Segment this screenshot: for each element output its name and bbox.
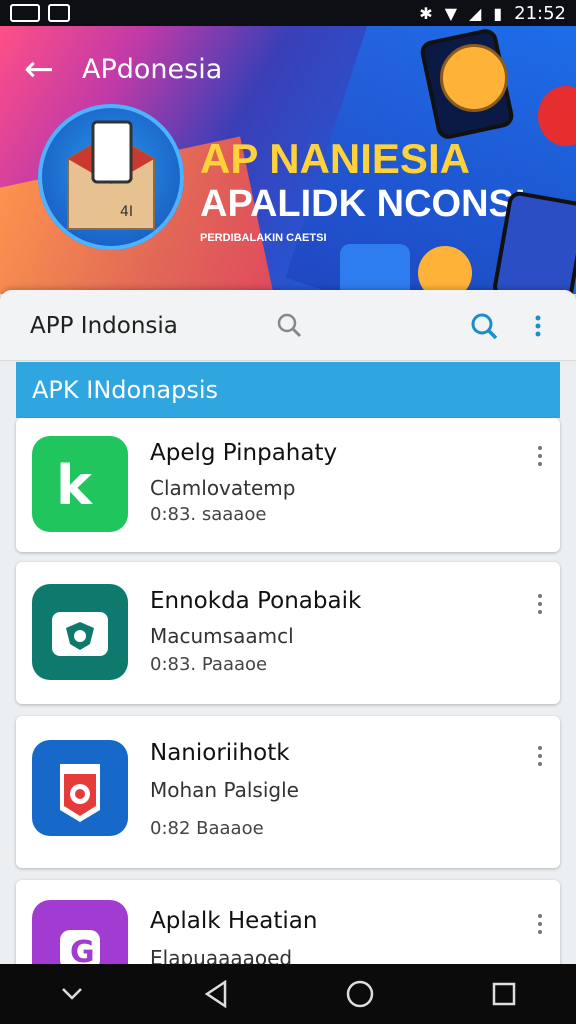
search-icon[interactable] xyxy=(276,312,302,338)
more-vert-icon[interactable] xyxy=(534,314,542,338)
arrow-left-icon[interactable]: ← xyxy=(24,52,54,88)
battery-icon: ▮ xyxy=(493,3,503,23)
app-meta: 0:83. Paaaoe xyxy=(150,654,268,675)
wifi-icon: ▼ xyxy=(444,3,457,23)
bluetooth-icon: ✱ xyxy=(419,3,433,23)
svg-text:k: k xyxy=(56,454,93,517)
status-time: 21:52 xyxy=(514,2,566,24)
app-meta: 0:83. saaaoe xyxy=(150,504,267,525)
search-icon[interactable] xyxy=(470,312,498,340)
more-vert-icon[interactable] xyxy=(538,746,542,770)
chevron-down-icon[interactable] xyxy=(42,974,102,1014)
section-header: APK INdonapsis xyxy=(16,362,560,418)
notification-icon xyxy=(48,4,70,22)
more-vert-icon[interactable] xyxy=(538,594,542,618)
home-circle-icon[interactable] xyxy=(330,974,390,1014)
svg-text:4I: 4I xyxy=(120,204,133,220)
headline-line-3: PERDIBALAKIN CAETSI xyxy=(200,232,327,244)
headline-line-1: AP NANIESIA xyxy=(200,135,470,182)
app-name: Nanioriihotk xyxy=(150,740,290,766)
app-developer: Mohan Palsigle xyxy=(150,778,299,802)
app-card[interactable]: k Apelg Pinpahaty Clamlovatemp 0:83. saa… xyxy=(16,418,560,552)
banner-headline: AP NANIESIA APALIDK NCONS! PERDIBALAKIN … xyxy=(200,135,527,245)
banner-title: APdonesia xyxy=(82,54,223,85)
status-bar: ✱ ▼ ◢ ▮ 21:52 xyxy=(0,0,576,26)
app-name: Ennokda Ponabaik xyxy=(150,588,362,614)
app-card[interactable]: Nanioriihotk Mohan Palsigle 0:82 Baaaoe xyxy=(16,716,560,868)
app-card[interactable]: Ennokda Ponabaik Macumsaamcl 0:83. Paaao… xyxy=(16,562,560,704)
back-triangle-icon[interactable] xyxy=(186,974,246,1014)
recents-square-icon[interactable] xyxy=(474,974,534,1014)
search-bar: APP Indonsia xyxy=(0,290,576,361)
more-vert-icon[interactable] xyxy=(538,446,542,470)
app-developer: Macumsaamcl xyxy=(150,624,294,648)
app-logo: 4I xyxy=(38,104,184,250)
system-nav-bar xyxy=(0,964,576,1024)
hero-banner: ← APdonesia 4I AP NANIESIA APALIDK NCONS… xyxy=(0,26,576,294)
headline-line-2: APALIDK NCONS! xyxy=(200,183,527,225)
more-vert-icon[interactable] xyxy=(538,914,542,938)
mascot-illustration xyxy=(440,44,508,112)
signal-icon: ◢ xyxy=(469,3,482,23)
app-name: Aplalk Heatian xyxy=(150,908,318,934)
app-icon xyxy=(32,584,128,680)
search-bar-title: APP Indonsia xyxy=(30,313,178,339)
app-name: Apelg Pinpahaty xyxy=(150,440,338,466)
notification-icon xyxy=(10,4,40,22)
app-icon: k xyxy=(32,436,128,532)
mascot-illustration xyxy=(418,246,472,294)
play-arrow-icon xyxy=(340,244,410,294)
app-developer: Clamlovatemp xyxy=(150,476,296,500)
app-meta: 0:82 Baaaoe xyxy=(150,818,264,839)
app-icon xyxy=(32,740,128,836)
